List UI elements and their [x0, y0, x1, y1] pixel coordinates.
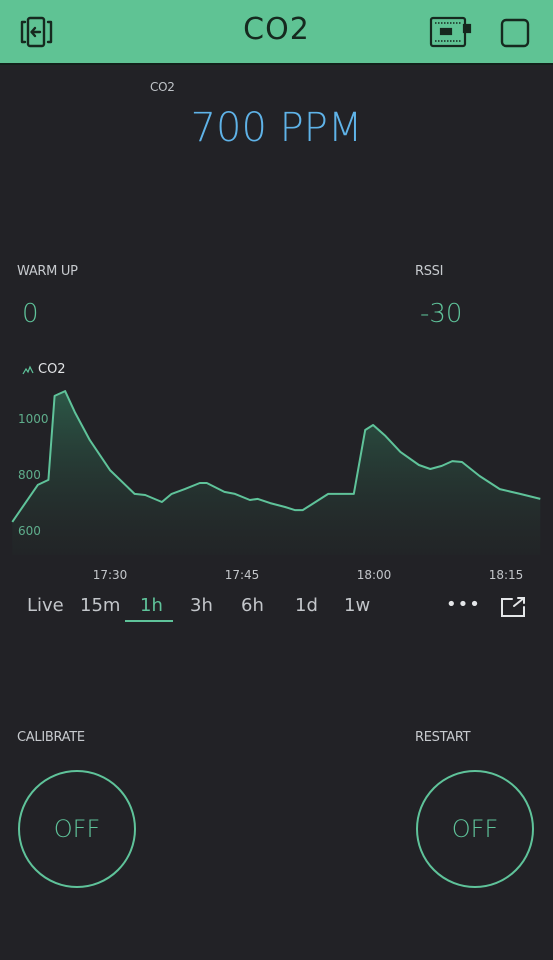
rssi-label: RSSI [415, 264, 444, 279]
range-15m[interactable]: 15m [80, 595, 120, 616]
x-tick-label: 18:00 [357, 568, 392, 580]
range-1d[interactable]: 1d [295, 595, 318, 616]
restart-label: RESTART [415, 730, 471, 745]
restart-toggle-button[interactable]: OFF [416, 770, 534, 888]
co2-display-value: 700 PPM [190, 105, 363, 151]
range-6h[interactable]: 6h [241, 595, 264, 616]
app-header: CO2 [0, 0, 553, 65]
co2-area-fill [12, 391, 541, 555]
chart-legend: CO2 [22, 362, 66, 377]
warm-up-label: WARM UP [17, 264, 78, 279]
range-3h[interactable]: 3h [190, 595, 213, 616]
y-tick-label: 1000 [18, 412, 49, 426]
warm-up-value: 0 [22, 299, 39, 329]
rssi-value: -30 [420, 299, 463, 329]
device-board-icon[interactable] [428, 14, 476, 50]
co2-display-label: CO2 [150, 80, 175, 94]
time-range-selector: Live 15m 1h 3h 6h 1d 1w ••• [0, 590, 553, 624]
line-chart-icon [22, 365, 34, 374]
calibrate-state: OFF [53, 815, 101, 843]
selected-range-indicator [125, 620, 173, 622]
calibrate-toggle-button[interactable]: OFF [18, 770, 136, 888]
x-tick-label: 17:30 [93, 568, 128, 580]
range-live[interactable]: Live [27, 595, 64, 616]
range-1h[interactable]: 1h [140, 595, 163, 616]
restart-state: OFF [451, 815, 499, 843]
calibrate-label: CALIBRATE [17, 730, 85, 745]
x-tick-label: 17:45 [225, 568, 260, 580]
y-tick-label: 800 [18, 468, 41, 482]
x-tick-label: 18:15 [489, 568, 524, 580]
legend-label: CO2 [38, 362, 66, 377]
stop-square-icon[interactable] [498, 14, 532, 50]
y-tick-label: 600 [18, 524, 41, 538]
expand-external-icon[interactable] [500, 596, 526, 618]
range-1w[interactable]: 1w [344, 595, 370, 616]
chart-svg: 600 800 1000 17:30 17:45 18:00 18:15 [11, 390, 541, 580]
more-horizontal-icon[interactable]: ••• [446, 594, 481, 615]
co2-chart[interactable]: 600 800 1000 17:30 17:45 18:00 18:15 [0, 380, 553, 580]
